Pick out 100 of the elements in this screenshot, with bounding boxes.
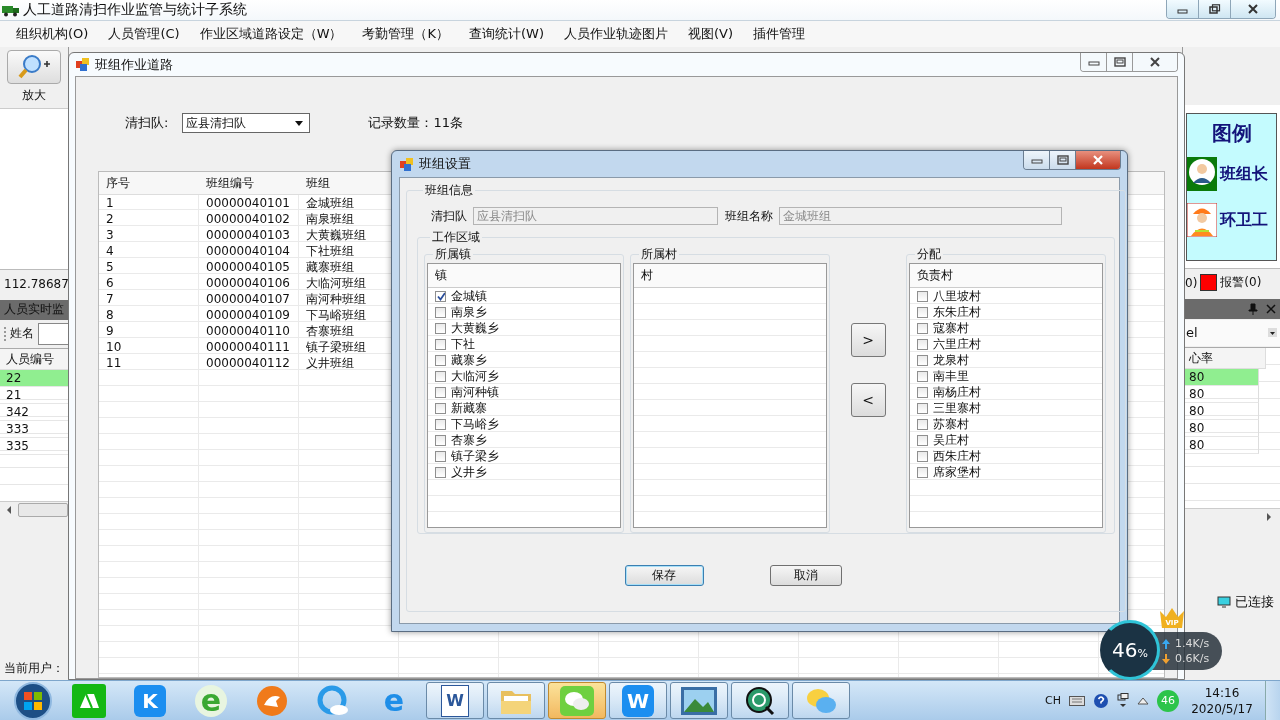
caret-icon xyxy=(295,120,304,126)
taskbar-button[interactable]: W xyxy=(426,682,484,719)
menu-item[interactable]: 人员作业轨迹图片 xyxy=(554,22,678,46)
help-icon[interactable] xyxy=(1093,692,1109,709)
restore-button[interactable] xyxy=(1199,0,1231,18)
start-button[interactable] xyxy=(13,680,53,720)
list-item[interactable]: 吴庄村 xyxy=(933,431,969,449)
table-cell-text: 镇子梁班组 xyxy=(305,338,367,356)
checkbox[interactable] xyxy=(917,354,928,366)
list-item[interactable]: 下马峪乡 xyxy=(451,415,499,433)
list-item[interactable]: 藏寨乡 xyxy=(451,351,487,369)
column-header: 班组 xyxy=(305,174,331,192)
list-item[interactable]: 新藏寨 xyxy=(451,399,487,417)
table-cell-text: 7 xyxy=(105,292,115,306)
list-item[interactable]: 大临河乡 xyxy=(451,367,499,385)
menu-item[interactable]: 组织机构(O) xyxy=(6,22,99,46)
checkbox[interactable] xyxy=(435,354,446,366)
table-cell-text: 9 xyxy=(105,324,115,338)
name-field[interactable] xyxy=(38,322,70,345)
checkbox[interactable] xyxy=(435,370,446,382)
checkbox[interactable] xyxy=(435,290,446,302)
team-dropdown[interactable]: 应县清扫队 xyxy=(182,113,311,133)
minimize-button[interactable] xyxy=(1081,53,1107,71)
checkbox[interactable] xyxy=(917,418,928,430)
column-header: 班组编号 xyxy=(205,174,255,192)
download-icon xyxy=(1162,653,1170,664)
checkbox[interactable] xyxy=(435,386,446,398)
list-item[interactable]: 南杨庄村 xyxy=(933,383,981,401)
list-item[interactable]: 下社 xyxy=(451,335,475,353)
list-item[interactable]: 金城镇 xyxy=(451,287,487,305)
menu-item[interactable]: 人员管理(C) xyxy=(98,22,190,46)
menu-item[interactable]: 视图(V) xyxy=(678,22,744,46)
windows-icon[interactable] xyxy=(1117,692,1129,709)
menu-item[interactable]: 作业区域道路设定（W） xyxy=(189,22,353,46)
list-item[interactable]: 杏寨乡 xyxy=(451,431,487,449)
table-cell-text: 8 xyxy=(105,308,115,322)
checkbox[interactable] xyxy=(917,290,928,302)
show-desktop-button[interactable] xyxy=(1265,681,1280,720)
checkbox[interactable] xyxy=(917,402,928,414)
menu-item[interactable]: 考勤管理（K） xyxy=(352,22,459,46)
list-item[interactable]: 寇寨村 xyxy=(933,319,969,337)
column-header: 序号 xyxy=(105,174,131,192)
filter-dropdown[interactable]: el xyxy=(1183,319,1280,346)
checkbox[interactable] xyxy=(917,338,928,350)
table-cell-text: 义井班组 xyxy=(305,354,355,372)
move-button[interactable]: > xyxy=(850,323,886,357)
checkbox[interactable] xyxy=(917,386,928,398)
group-title: 班组信息 xyxy=(424,182,474,199)
menu-item[interactable]: 插件管理 xyxy=(743,22,816,46)
checkbox[interactable] xyxy=(917,306,928,318)
checkbox[interactable] xyxy=(917,466,928,478)
language-indicator[interactable]: CH xyxy=(1045,694,1061,707)
close-button[interactable] xyxy=(1231,0,1275,18)
list-item[interactable]: 西朱庄村 xyxy=(933,447,981,465)
truck-icon xyxy=(2,3,20,17)
checkbox[interactable] xyxy=(917,434,928,446)
list-item[interactable]: 南泉乡 xyxy=(451,303,487,321)
save-button[interactable]: 保存 xyxy=(624,565,704,586)
table-cell-text: 00000040103 xyxy=(205,228,291,242)
scroll-left-icon xyxy=(6,505,12,514)
list-item[interactable]: 南丰里 xyxy=(933,367,969,385)
list-item[interactable]: 八里坡村 xyxy=(933,287,981,305)
minimize-button[interactable] xyxy=(1024,151,1050,169)
list-item[interactable]: 龙泉村 xyxy=(933,351,969,369)
list-item[interactable]: 南河种镇 xyxy=(451,383,499,401)
table-cell-text: 杏寨班组 xyxy=(305,322,355,340)
checkbox[interactable] xyxy=(435,338,446,350)
checkbox[interactable] xyxy=(435,434,446,446)
checkbox[interactable] xyxy=(917,450,928,462)
list-item[interactable]: 苏寨村 xyxy=(933,415,969,433)
checkbox[interactable] xyxy=(435,306,446,318)
menu-item[interactable]: 查询统计(W) xyxy=(459,22,554,46)
list-item[interactable]: 大黄巍乡 xyxy=(451,319,499,337)
column-header: 负责村 xyxy=(910,264,1102,288)
checkbox[interactable] xyxy=(435,402,446,414)
pin-icon[interactable] xyxy=(1248,302,1258,315)
list-item[interactable]: 镇子梁乡 xyxy=(451,447,499,465)
clock[interactable]: 14:16 2020/5/17 xyxy=(1187,684,1257,717)
checkbox[interactable] xyxy=(917,322,928,334)
maximize-icon xyxy=(1113,57,1126,67)
close-icon[interactable] xyxy=(1266,303,1276,314)
list-item[interactable]: 席家堡村 xyxy=(933,463,981,481)
list-item[interactable]: 六里庄村 xyxy=(933,335,981,353)
list-item[interactable]: 义井乡 xyxy=(451,463,487,481)
checkbox[interactable] xyxy=(435,322,446,334)
column-header: 人员编号 xyxy=(0,348,68,370)
checkbox[interactable] xyxy=(917,370,928,382)
keyboard-icon[interactable] xyxy=(1069,695,1085,706)
move-button[interactable]: < xyxy=(850,383,886,417)
list-item[interactable]: 三里寨村 xyxy=(933,399,981,417)
taskbar-button[interactable] xyxy=(731,682,789,719)
checkbox[interactable] xyxy=(435,466,446,478)
cancel-button[interactable]: 取消 xyxy=(769,565,842,586)
up-arrow-icon[interactable] xyxy=(1137,696,1149,705)
checkbox[interactable] xyxy=(435,450,446,462)
close-button[interactable] xyxy=(1076,151,1120,169)
panel-title: 人员实时监 xyxy=(4,301,64,318)
maximize-button[interactable] xyxy=(1050,151,1076,169)
list-item[interactable]: 东朱庄村 xyxy=(933,303,981,321)
checkbox[interactable] xyxy=(435,418,446,430)
